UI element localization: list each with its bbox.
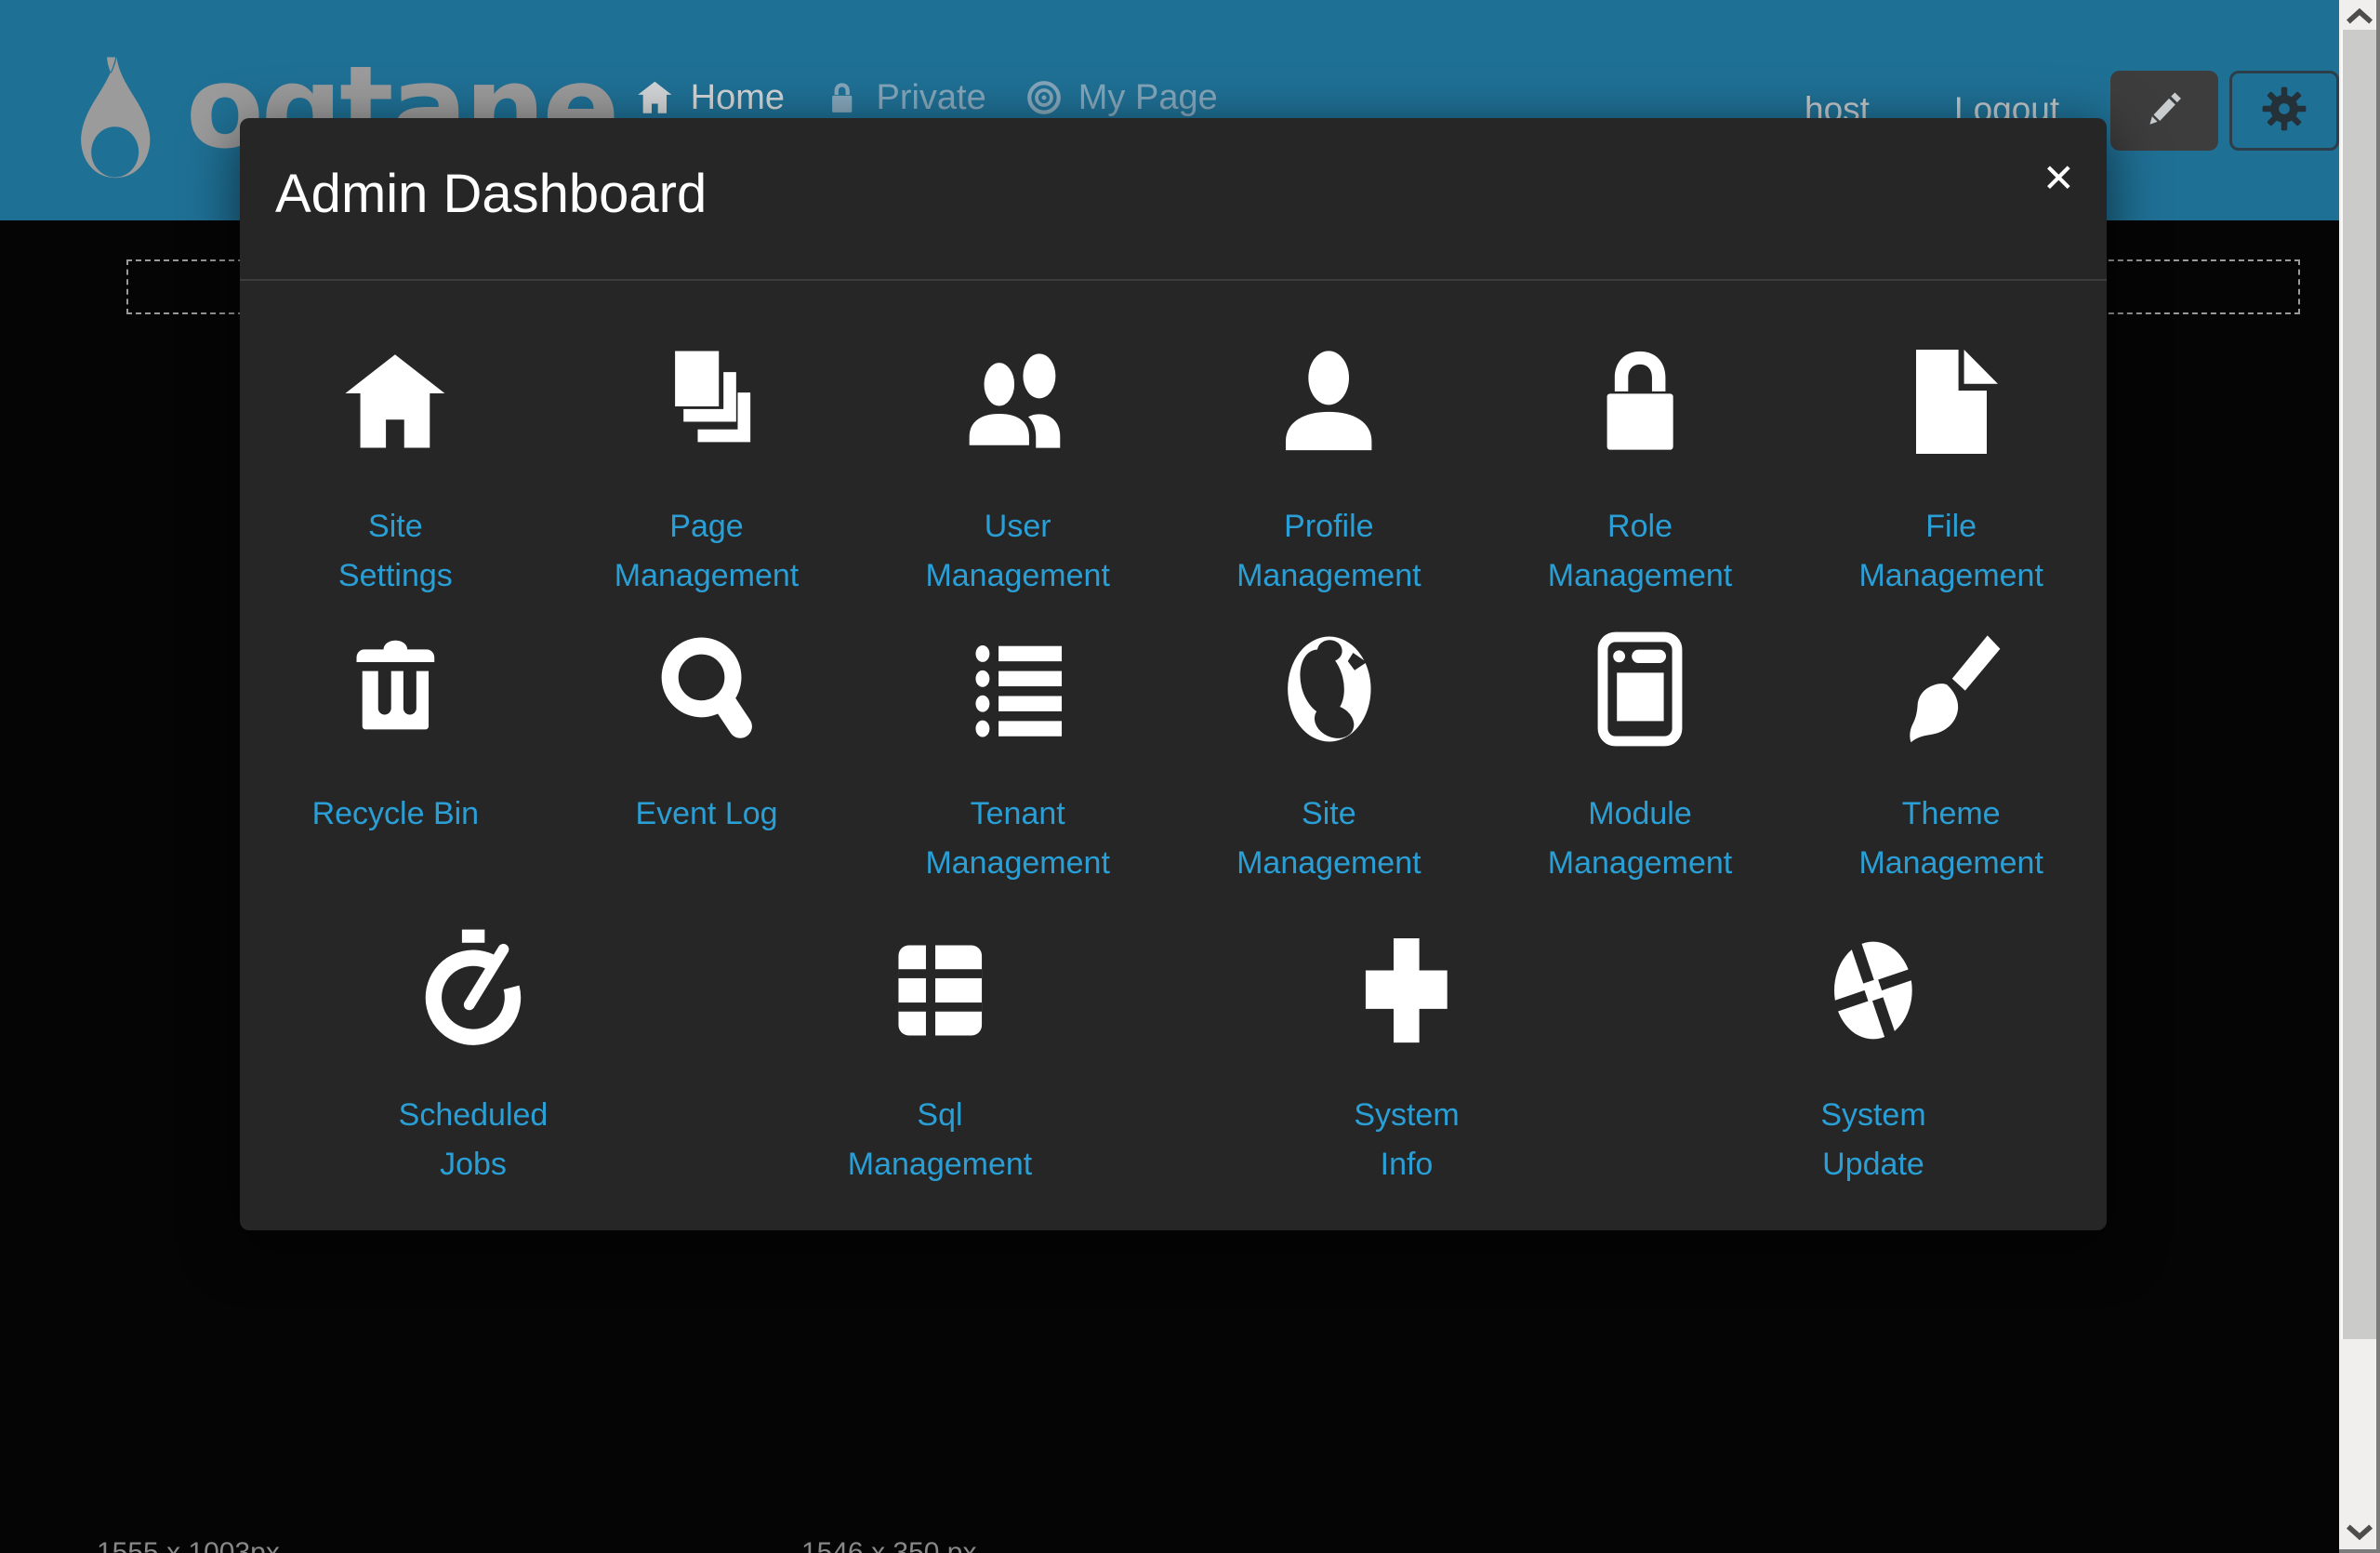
admin-tile-role-management[interactable]: RoleManagement	[1485, 341, 1796, 601]
tile-label: SystemInfo	[1354, 1091, 1459, 1189]
admin-tile-tenant-management[interactable]: TenantManagement	[862, 629, 1173, 888]
oqtane-droplet-icon	[60, 54, 167, 214]
tile-label: SiteSettings	[338, 502, 453, 601]
scrollbar-bottom-edge	[2339, 1549, 2380, 1553]
tile-label: TenantManagement	[925, 790, 1109, 888]
browser-icon	[1592, 629, 1688, 750]
tile-label: PageManagement	[615, 502, 799, 601]
admin-tile-sql-management[interactable]: SqlManagement	[707, 930, 1173, 1189]
clipped-bottom-text: 1555 x 1003px	[97, 1539, 280, 1553]
layers-icon	[649, 341, 764, 462]
home-icon	[635, 79, 675, 116]
scroll-down-button[interactable]	[2344, 1521, 2375, 1542]
aperture-icon	[1822, 930, 1924, 1051]
tile-label: Recycle Bin	[312, 790, 480, 839]
tile-label: ModuleManagement	[1548, 790, 1732, 888]
admin-tile-module-management[interactable]: ModuleManagement	[1485, 629, 1796, 888]
list-icon	[966, 629, 1070, 750]
nav-label: My Page	[1078, 78, 1218, 118]
admin-tile-profile-management[interactable]: ProfileManagement	[1173, 341, 1485, 601]
globe-icon	[1278, 629, 1381, 750]
admin-tile-system-info[interactable]: SystemInfo	[1173, 930, 1640, 1189]
edit-mode-button[interactable]	[2110, 71, 2218, 151]
nav-label: Home	[691, 78, 785, 118]
admin-tile-site-management[interactable]: SiteManagement	[1173, 629, 1485, 888]
tile-label: SqlManagement	[848, 1091, 1032, 1189]
lock-icon	[824, 81, 860, 115]
scrollbar-edge	[2376, 0, 2380, 1553]
admin-tile-page-management[interactable]: PageManagement	[551, 341, 863, 601]
admin-dashboard-modal: Admin Dashboard ✕ SiteSettings PageManag…	[240, 118, 2107, 1230]
person-icon	[1266, 341, 1391, 462]
tile-label: RoleManagement	[1548, 502, 1732, 601]
tile-label: FileManagement	[1858, 502, 2043, 601]
spreadsheet-icon	[892, 930, 989, 1051]
scrollbar-thumb[interactable]	[2341, 30, 2376, 1339]
admin-tile-scheduled-jobs[interactable]: ScheduledJobs	[240, 930, 707, 1189]
tile-row: SiteSettings PageManagement UserManageme…	[240, 281, 2107, 601]
tile-row: Recycle Bin Event Log TenantManagement S…	[240, 601, 2107, 888]
admin-tile-recycle-bin[interactable]: Recycle Bin	[240, 629, 551, 888]
nav-item-home[interactable]: Home	[635, 78, 785, 118]
tile-label: ProfileManagement	[1236, 502, 1421, 601]
vertical-scrollbar[interactable]	[2339, 0, 2380, 1553]
pencil-icon	[2139, 84, 2189, 139]
brush-icon	[1896, 629, 2007, 750]
file-icon	[1903, 341, 2000, 462]
admin-tile-theme-management[interactable]: ThemeManagement	[1795, 629, 2107, 888]
admin-tile-site-settings[interactable]: SiteSettings	[240, 341, 551, 601]
lock-icon	[1579, 341, 1701, 462]
target-icon	[1025, 79, 1063, 116]
tile-label: Event Log	[635, 790, 777, 839]
clipped-bottom-text: 1546 x 350 px	[801, 1539, 976, 1553]
tile-label: ScheduledJobs	[399, 1091, 549, 1189]
nav-item-private[interactable]: Private	[824, 78, 986, 118]
home-icon	[337, 341, 454, 462]
nav-label: Private	[876, 78, 985, 118]
scroll-up-button[interactable]	[2344, 7, 2375, 27]
trash-icon	[349, 629, 443, 750]
admin-tile-system-update[interactable]: SystemUpdate	[1640, 930, 2107, 1189]
tile-row: ScheduledJobs SqlManagement SystemInfo S…	[240, 888, 2107, 1189]
plus-icon	[1357, 930, 1456, 1051]
nav-item-my-page[interactable]: My Page	[1025, 78, 1218, 118]
magnifier-icon	[652, 629, 761, 750]
admin-tile-user-management[interactable]: UserManagement	[862, 341, 1173, 601]
close-icon[interactable]: ✕	[2043, 159, 2075, 198]
modal-header: Admin Dashboard ✕	[240, 118, 2107, 281]
tile-label: SiteManagement	[1236, 790, 1421, 888]
admin-tile-event-log[interactable]: Event Log	[551, 629, 863, 888]
page-settings-button[interactable]	[2229, 71, 2339, 151]
timer-icon	[418, 930, 528, 1051]
gear-icon	[2260, 85, 2308, 138]
admin-tile-grid: SiteSettings PageManagement UserManageme…	[240, 281, 2107, 1189]
tile-label: SystemUpdate	[1820, 1091, 1925, 1189]
admin-tile-file-management[interactable]: FileManagement	[1795, 341, 2107, 601]
tile-label: UserManagement	[925, 502, 1109, 601]
people-icon	[954, 341, 1082, 462]
modal-title: Admin Dashboard	[240, 118, 2107, 225]
main-nav: Home Private My Page	[635, 74, 1218, 121]
tile-label: ThemeManagement	[1858, 790, 2043, 888]
